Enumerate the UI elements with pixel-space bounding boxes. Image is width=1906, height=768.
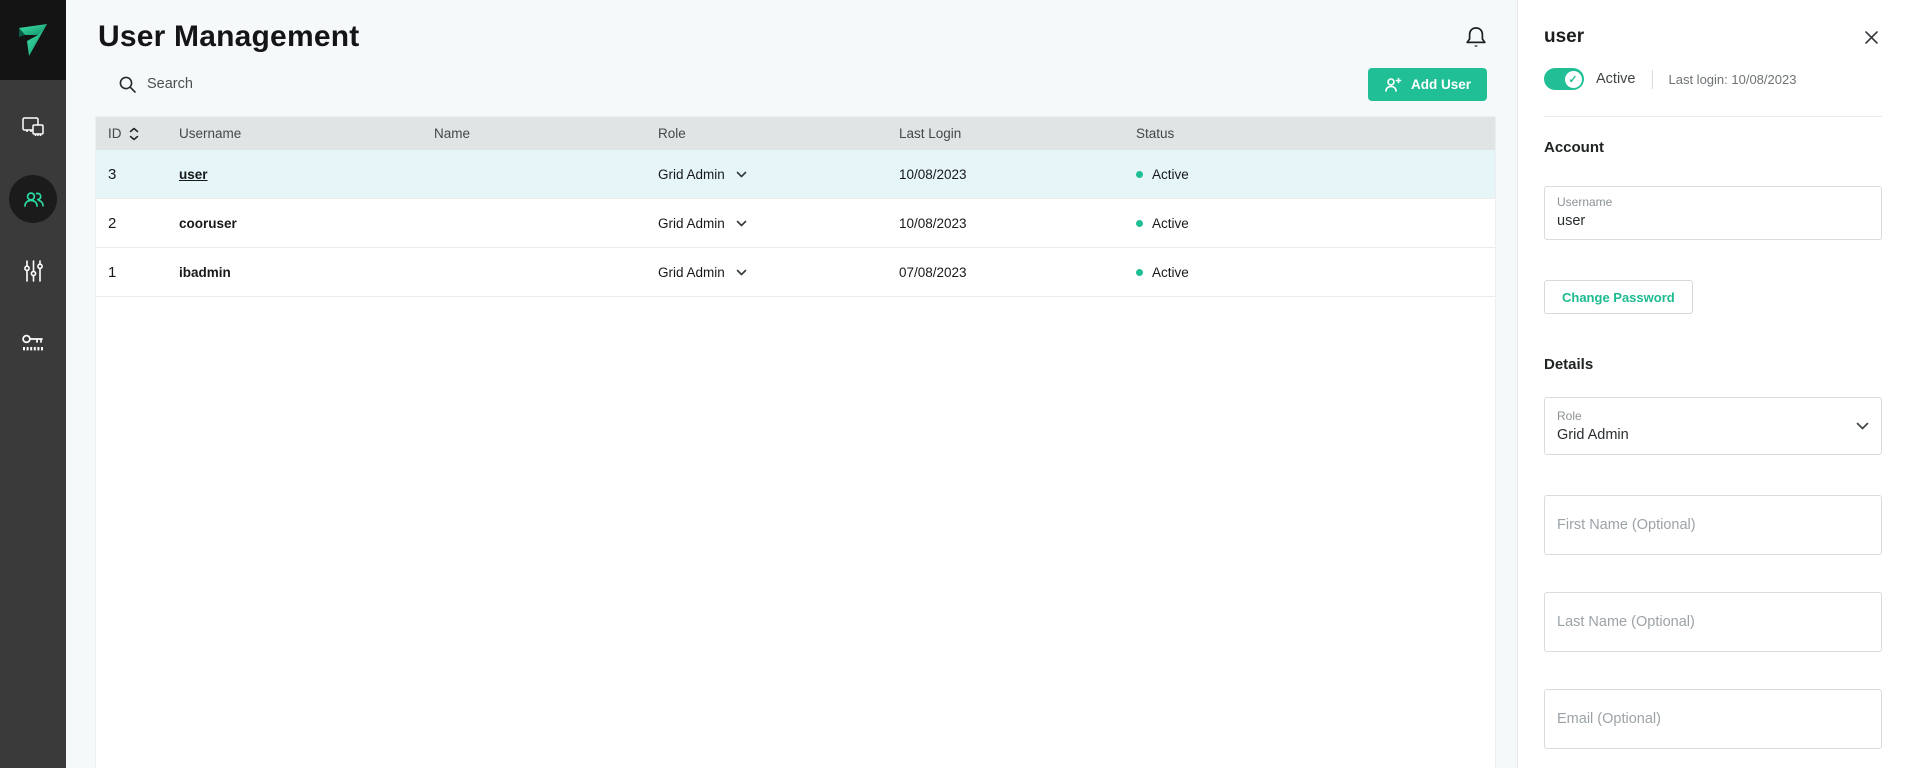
column-header-role[interactable]: Role [646, 117, 887, 150]
role-select[interactable]: Role Grid Admin [1544, 397, 1882, 455]
column-header-name[interactable]: Name [422, 117, 646, 150]
notifications-button[interactable] [1463, 24, 1489, 52]
logo-icon [14, 19, 52, 61]
role-select-label: Role [1557, 409, 1629, 423]
search-input[interactable] [147, 76, 367, 92]
cell-id: 3 [96, 150, 167, 198]
sliders-icon [21, 258, 46, 284]
close-panel-button[interactable] [1864, 30, 1882, 48]
page-title: User Management [98, 20, 359, 54]
sidebar-item-settings[interactable] [9, 247, 57, 295]
cell-last-login: 10/08/2023 [887, 150, 1124, 198]
column-header-status[interactable]: Status [1124, 117, 1495, 150]
add-user-button[interactable]: Add User [1368, 68, 1487, 101]
cell-last-login: 10/08/2023 [887, 199, 1124, 247]
email-field[interactable] [1544, 689, 1882, 749]
change-password-button[interactable]: Change Password [1544, 280, 1693, 314]
cell-id: 1 [96, 248, 167, 296]
cell-status: Active [1124, 248, 1495, 296]
sidebar-item-access-keys[interactable] [9, 319, 57, 367]
role-dropdown[interactable]: Grid Admin [646, 150, 887, 198]
username-link[interactable]: ibadmin [167, 248, 422, 296]
user-plus-icon [1384, 77, 1402, 93]
sidebar [0, 0, 66, 768]
chevron-down-icon [1856, 422, 1869, 430]
check-icon: ✓ [1565, 71, 1582, 88]
search-box[interactable] [118, 66, 367, 102]
account-section-heading: Account [1544, 139, 1882, 156]
cell-name [422, 248, 646, 296]
sidebar-item-users[interactable] [9, 175, 57, 223]
last-name-field[interactable] [1544, 592, 1882, 652]
user-detail-panel: user ✓ Active Last login: 10/08/2023 Acc… [1517, 0, 1906, 768]
cell-status: Active [1124, 199, 1495, 247]
username-link[interactable]: user [167, 150, 422, 198]
first-name-field[interactable] [1544, 495, 1882, 555]
role-dropdown[interactable]: Grid Admin [646, 199, 887, 247]
role-select-value: Grid Admin [1557, 427, 1629, 443]
divider [1544, 116, 1882, 117]
cell-name [422, 199, 646, 247]
divider [1652, 70, 1653, 89]
column-header-username[interactable]: Username [167, 117, 422, 150]
toggle-label: Active [1596, 71, 1636, 87]
users-table: ID Username Name Role Last Login Status … [95, 116, 1496, 768]
username-field-value: user [1557, 213, 1869, 229]
bell-icon [1463, 24, 1489, 52]
status-dot-icon [1136, 220, 1143, 227]
table-row[interactable]: 2 cooruser Grid Admin 10/08/2023 Active [96, 199, 1495, 248]
username-field-label: Username [1557, 195, 1869, 209]
brand-logo[interactable] [0, 0, 66, 80]
toolbar: Add User [98, 66, 1487, 102]
cell-name [422, 150, 646, 198]
cell-id: 2 [96, 199, 167, 247]
cell-last-login: 07/08/2023 [887, 248, 1124, 296]
column-header-id[interactable]: ID [96, 117, 167, 150]
last-login-text: Last login: 10/08/2023 [1669, 72, 1797, 87]
chevron-down-icon [736, 269, 747, 276]
add-user-label: Add User [1411, 77, 1471, 92]
column-header-last-login[interactable]: Last Login [887, 117, 1124, 150]
panel-title: user [1544, 26, 1584, 48]
devices-icon [20, 114, 46, 140]
username-field[interactable]: Username user [1544, 186, 1882, 240]
username-link[interactable]: cooruser [167, 199, 422, 247]
status-dot-icon [1136, 269, 1143, 276]
key-icon [20, 331, 47, 355]
role-dropdown[interactable]: Grid Admin [646, 248, 887, 296]
close-icon [1864, 30, 1879, 45]
status-dot-icon [1136, 171, 1143, 178]
cell-status: Active [1124, 150, 1495, 198]
table-row[interactable]: 3 user Grid Admin 10/08/2023 Active [96, 150, 1495, 199]
users-icon [20, 186, 47, 213]
sort-icon[interactable] [129, 127, 139, 141]
table-header-row: ID Username Name Role Last Login Status [96, 117, 1495, 150]
table-row[interactable]: 1 ibadmin Grid Admin 07/08/2023 Active [96, 248, 1495, 297]
active-toggle[interactable]: ✓ [1544, 68, 1584, 90]
chevron-down-icon [736, 220, 747, 227]
search-icon [118, 75, 137, 94]
sidebar-item-devices[interactable] [9, 103, 57, 151]
main-content: User Management Add User ID [66, 0, 1517, 768]
chevron-down-icon [736, 171, 747, 178]
details-section-heading: Details [1544, 356, 1882, 373]
